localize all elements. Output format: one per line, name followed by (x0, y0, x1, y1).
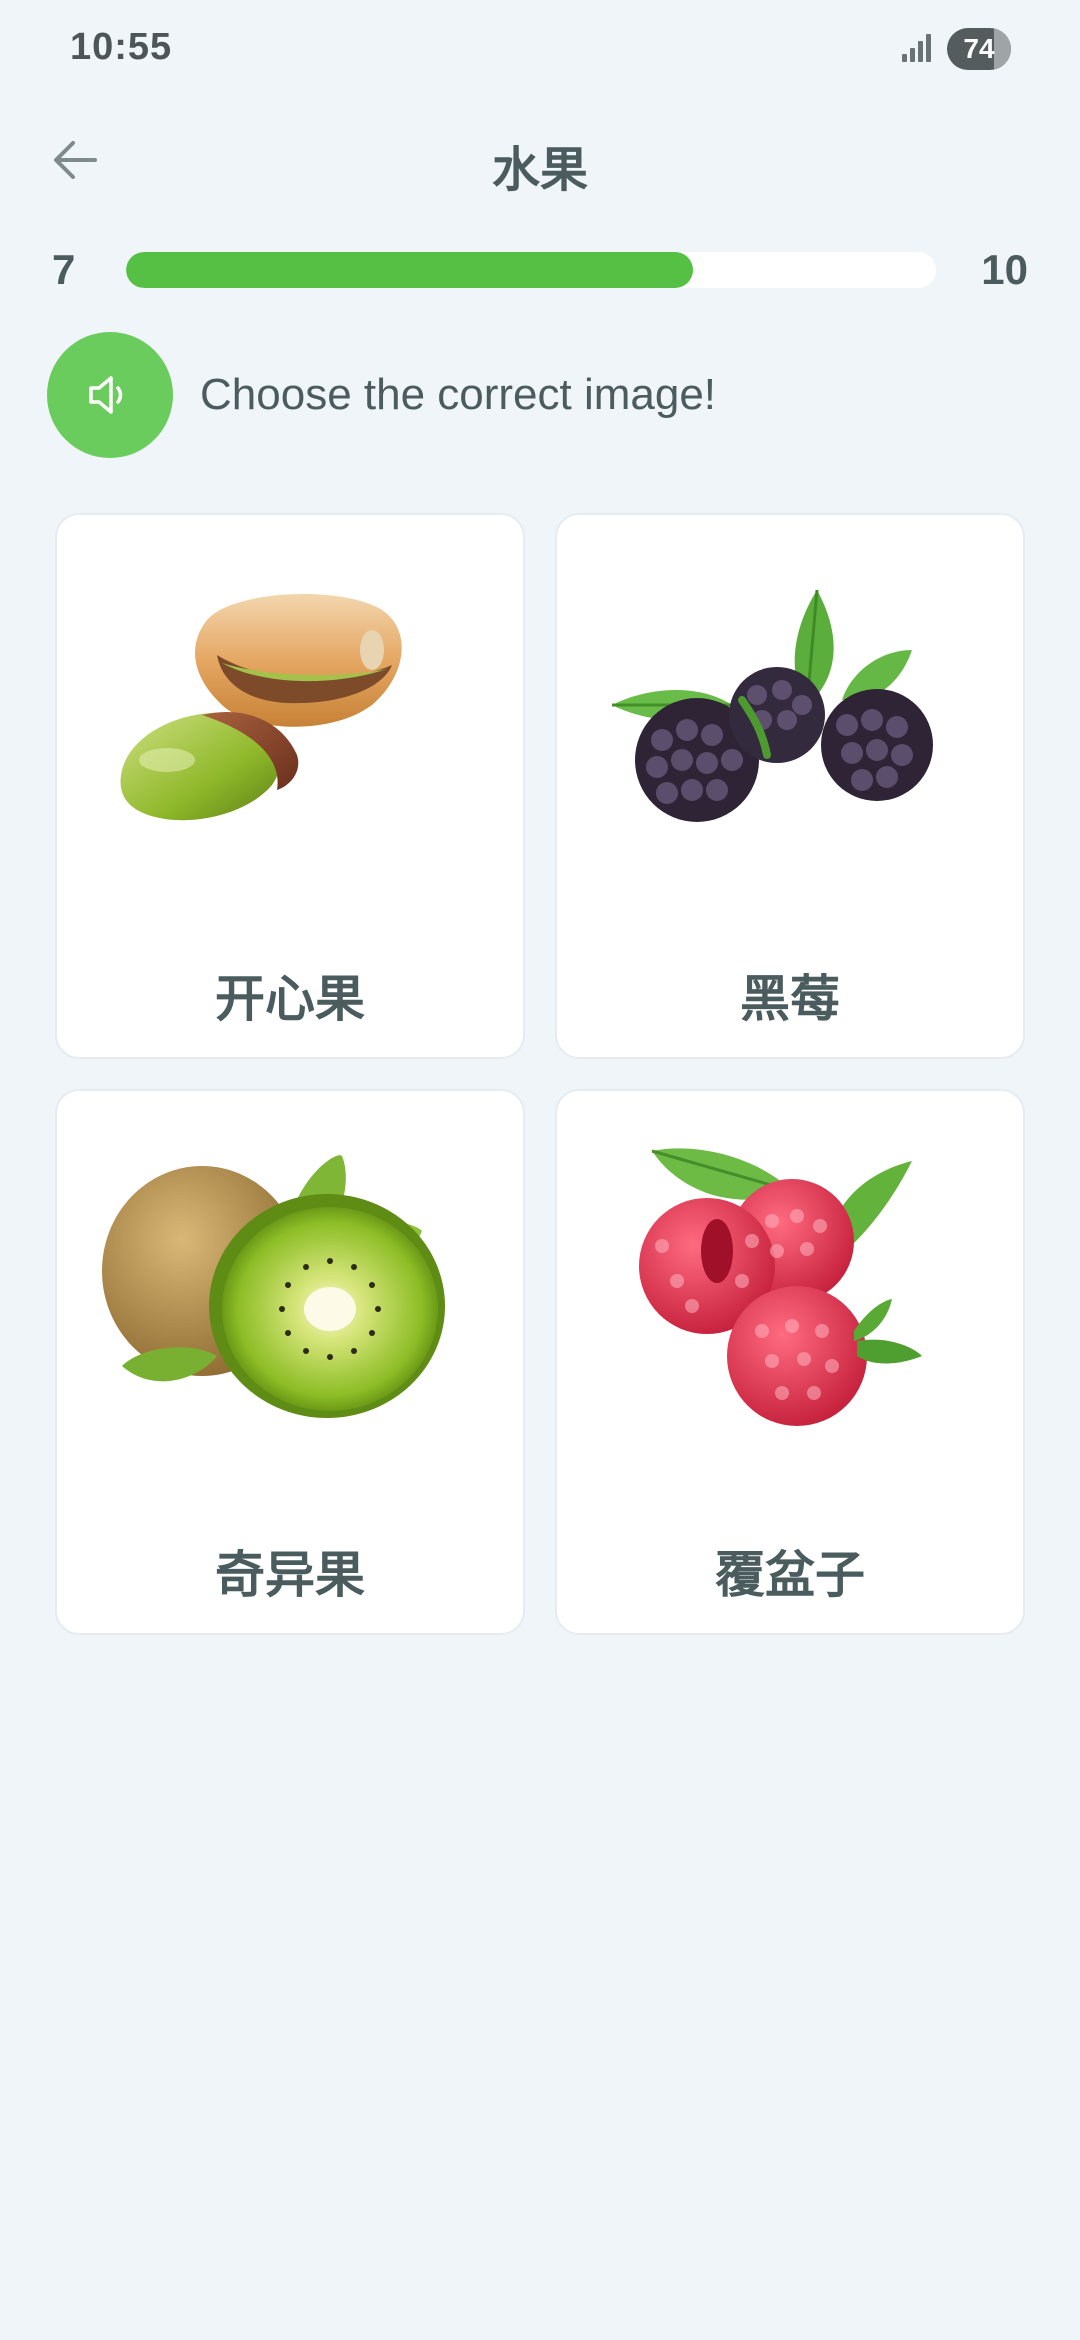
cellular-signal-icon (902, 34, 931, 62)
battery-level: 74 (963, 33, 995, 64)
raspberry-image (639, 1148, 922, 1426)
option-label: 黑莓 (740, 971, 840, 1027)
option-card-kiwi[interactable]: 奇异果 (55, 1089, 525, 1635)
status-time: 10:55 (70, 26, 173, 68)
speaker-button[interactable] (47, 332, 173, 458)
speaker-icon (89, 376, 123, 414)
option-label: 开心果 (215, 971, 365, 1027)
kiwi-image (102, 1155, 445, 1418)
progress-bar (126, 252, 936, 288)
prompt-text: Choose the correct image! (200, 370, 717, 419)
progress-total: 10 (981, 246, 1028, 293)
option-card-raspberry[interactable]: 覆盆子 (555, 1089, 1025, 1635)
option-card-pistachio[interactable]: 开心果 (55, 513, 525, 1059)
blackberry-image (612, 589, 933, 822)
progress-fill (126, 252, 693, 288)
progress-row: 7 10 (0, 240, 1080, 300)
header: 水果 (0, 110, 1080, 210)
status-bar: 10:55 74 (0, 0, 1080, 100)
battery-indicator: 74 (947, 28, 1011, 70)
prompt-row: Choose the correct image! (0, 332, 1080, 460)
pistachio-image (120, 593, 402, 821)
page-title: 水果 (491, 144, 588, 197)
option-card-blackberry[interactable]: 黑莓 (555, 513, 1025, 1059)
progress-current: 7 (52, 246, 76, 293)
option-label: 奇异果 (215, 1547, 365, 1603)
option-label: 覆盆子 (715, 1547, 865, 1603)
